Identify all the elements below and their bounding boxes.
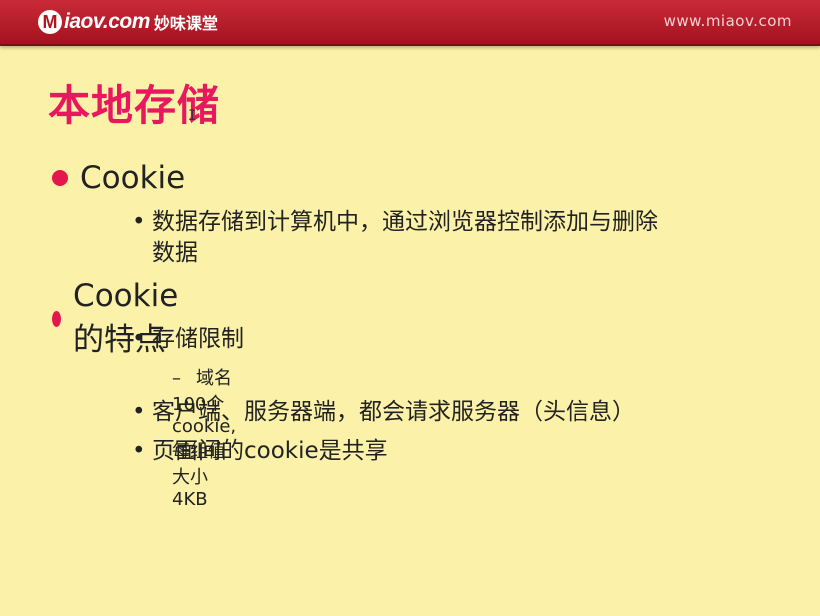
site-url: www.miaov.com bbox=[663, 12, 792, 30]
list-item: • 数据存储到计算机中，通过浏览器控制添加与删除 数据 bbox=[132, 207, 772, 269]
list-item-text: 页面间的cookie是共享 bbox=[152, 438, 388, 464]
text-cursor-icon: I bbox=[188, 108, 197, 124]
bullet-icon: • bbox=[132, 438, 146, 464]
bullet-icon: • bbox=[132, 399, 146, 425]
logo-cn-text: 妙味课堂 bbox=[153, 14, 218, 33]
list-item-text: 存储限制 bbox=[152, 326, 244, 352]
header-bar: M iaov.com 妙味课堂 www.miaov.com bbox=[0, 0, 820, 46]
bullet-dot-icon bbox=[52, 170, 68, 186]
bullet-icon: • bbox=[132, 209, 146, 235]
list-item-text-continued: 数据 bbox=[152, 240, 198, 266]
list-item-text: 客户端、服务器端，都会请求服务器（头信息） bbox=[152, 399, 635, 425]
section-heading-text: Cookie bbox=[80, 160, 186, 196]
bullet-dot-icon bbox=[52, 310, 62, 327]
logo-text: iaov.com bbox=[64, 10, 150, 33]
list-item: • 存储限制 bbox=[132, 324, 772, 355]
list-item: • 页面间的cookie是共享 bbox=[132, 436, 772, 467]
section-heading-cookie: Cookie bbox=[52, 160, 185, 196]
dash-icon: – bbox=[172, 368, 181, 389]
list-item-text: 数据存储到计算机中，通过浏览器控制添加与删除 bbox=[152, 209, 658, 235]
miaov-logo[interactable]: M iaov.com 妙味课堂 bbox=[38, 8, 218, 36]
bullet-icon: • bbox=[132, 326, 146, 352]
list-item: • 客户端、服务器端，都会请求服务器（头信息） bbox=[132, 397, 772, 428]
logo-mark-icon: M bbox=[38, 10, 62, 34]
